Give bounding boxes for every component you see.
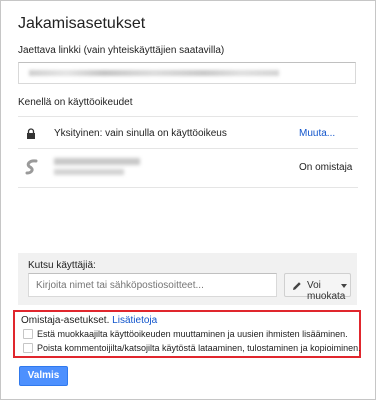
disable-download-checkbox[interactable] — [23, 343, 33, 353]
disable-download-label: Poista kommentoijilta/katsojilta käytöst… — [37, 343, 361, 353]
owner-email-blurred — [54, 169, 124, 175]
divider — [18, 187, 358, 188]
visibility-row: Yksityinen: vain sinulla on käyttöoikeus… — [18, 116, 358, 152]
sharing-settings-dialog: Jakamisasetukset Jaettava linkki (vain y… — [0, 0, 376, 400]
lock-icon — [27, 128, 35, 139]
done-button[interactable]: Valmis — [19, 366, 68, 386]
change-visibility-link[interactable]: Muuta... — [299, 128, 335, 139]
owner-role-label: On omistaja — [299, 162, 353, 173]
prevent-editors-checkbox[interactable] — [23, 329, 33, 339]
owner-avatar-icon — [25, 159, 38, 175]
invite-panel: Kutsu käyttäjiä: Voi muokata — [18, 253, 357, 305]
visibility-text: Yksityinen: vain sinulla on käyttöoikeus — [54, 128, 227, 139]
owner-name-blurred — [54, 158, 140, 165]
owner-row: On omistaja — [18, 149, 358, 185]
owner-settings-box: Omistaja-asetukset. Lisätietoja Estä muo… — [13, 310, 361, 358]
dialog-title: Jakamisasetukset — [18, 15, 146, 32]
owner-settings-header: Omistaja-asetukset. Lisätietoja — [21, 315, 157, 326]
invite-people-input[interactable] — [28, 273, 277, 297]
pencil-icon — [293, 282, 301, 290]
prevent-editors-label: Estä muokkaajilta käyttöoikeuden muuttam… — [37, 329, 348, 339]
share-link-field[interactable] — [18, 62, 356, 84]
share-link-label: Jaettava linkki (vain yhteiskäyttäjien s… — [18, 45, 225, 56]
chevron-down-icon — [341, 284, 347, 288]
access-section-label: Kenellä on käyttöoikeudet — [18, 97, 133, 108]
learn-more-link[interactable]: Lisätietoja — [112, 315, 157, 326]
blurred-link-text — [29, 70, 279, 76]
owner-settings-label: Omistaja-asetukset. — [21, 315, 110, 326]
permission-dropdown-button[interactable]: Voi muokata — [284, 273, 351, 302]
invite-label: Kutsu käyttäjiä: — [28, 260, 96, 271]
